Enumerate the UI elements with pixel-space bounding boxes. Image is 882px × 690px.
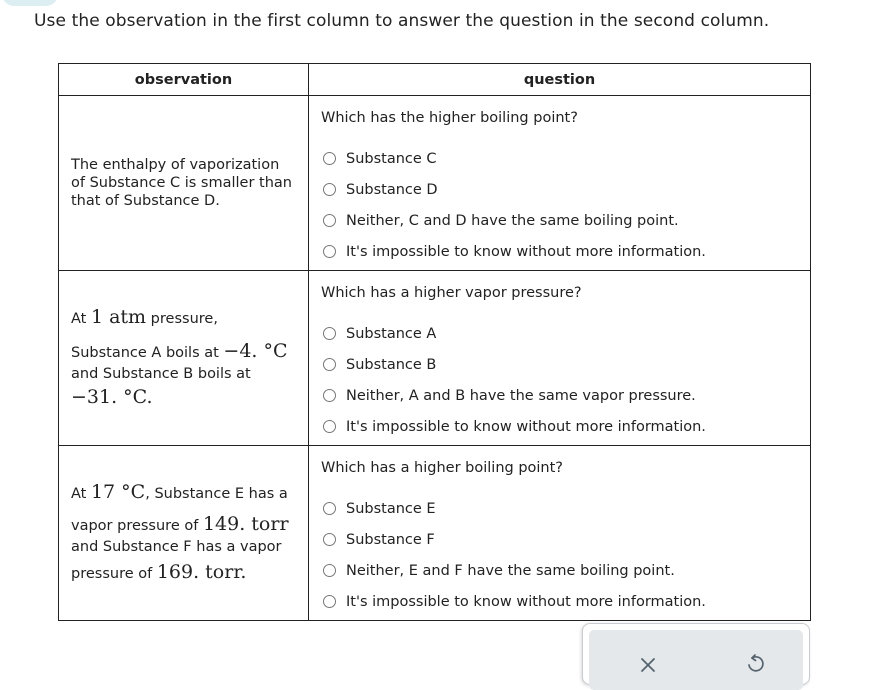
math-value: −4. °C xyxy=(223,340,288,362)
option-label: Neither, E and F have the same boiling p… xyxy=(346,562,675,579)
answer-option[interactable]: Neither, C and D have the same boiling p… xyxy=(321,205,798,236)
option-label: Neither, C and D have the same boiling p… xyxy=(346,212,679,229)
math-value: 1 atm xyxy=(90,306,147,328)
text-fragment: pressure of xyxy=(71,566,157,582)
question-text: Which has the higher boiling point? xyxy=(321,110,578,126)
observation-line: and Substance B boils at xyxy=(71,365,296,383)
answer-option[interactable]: Substance C xyxy=(321,143,798,174)
radio-button[interactable] xyxy=(323,389,336,402)
radio-button[interactable] xyxy=(323,564,336,577)
radio-button[interactable] xyxy=(323,358,336,371)
answer-option[interactable]: It's impossible to know without more inf… xyxy=(321,236,798,267)
radio-button[interactable] xyxy=(323,183,336,196)
radio-button[interactable] xyxy=(323,502,336,515)
observation-cell: The enthalpy of vaporization of Substanc… xyxy=(58,95,309,271)
option-label: Substance B xyxy=(346,356,437,373)
math-value: 17 °C xyxy=(90,481,146,503)
question-cell: Which has a higher vapor pressure? Subst… xyxy=(308,270,811,446)
answer-option[interactable]: Substance E xyxy=(321,493,798,524)
option-label: It's impossible to know without more inf… xyxy=(346,418,706,435)
clear-button[interactable] xyxy=(633,650,663,680)
answer-tools-bar xyxy=(589,630,803,690)
radio-button[interactable] xyxy=(323,420,336,433)
question-text: Which has a higher boiling point? xyxy=(321,460,564,476)
math-value: 169. torr. xyxy=(156,561,247,583)
answer-option[interactable]: It's impossible to know without more inf… xyxy=(321,586,798,617)
text-fragment: At xyxy=(71,311,91,327)
observation-line: vapor pressure of 149. torr xyxy=(71,510,296,540)
observation-column-header: observation xyxy=(58,63,309,96)
answer-tools-panel xyxy=(582,623,810,690)
observation-line: At 1 atm pressure, xyxy=(71,303,296,333)
observation-line: Substance A boils at −4. °C xyxy=(71,337,296,367)
option-label: Substance C xyxy=(346,150,437,167)
question-cell: Which has a higher boiling point? Substa… xyxy=(308,445,811,621)
math-value: 149. torr xyxy=(202,513,289,535)
observation-line: At 17 °C, Substance E has a xyxy=(71,478,296,508)
option-label: Substance E xyxy=(346,500,436,517)
radio-button[interactable] xyxy=(323,533,336,546)
option-label: It's impossible to know without more inf… xyxy=(346,243,706,260)
table-row: At 17 °C, Substance E has a vapor pressu… xyxy=(58,445,811,621)
radio-button[interactable] xyxy=(323,595,336,608)
radio-button[interactable] xyxy=(323,327,336,340)
observation-question-table: observation question The enthalpy of vap… xyxy=(58,63,811,621)
option-label: It's impossible to know without more inf… xyxy=(346,593,706,610)
table-row: The enthalpy of vaporization of Substanc… xyxy=(58,95,811,271)
option-label: Substance F xyxy=(346,531,435,548)
observation-line: −31. °C. xyxy=(71,383,296,413)
text-fragment: Substance A boils at xyxy=(71,345,224,361)
answer-option[interactable]: Substance A xyxy=(321,318,798,349)
top-tab-decoration xyxy=(2,0,58,6)
radio-button[interactable] xyxy=(323,214,336,227)
radio-button[interactable] xyxy=(323,245,336,258)
answer-option[interactable]: Substance B xyxy=(321,349,798,380)
observation-cell: At 17 °C, Substance E has a vapor pressu… xyxy=(58,445,309,621)
instructions-text: Use the observation in the first column … xyxy=(34,11,770,31)
text-fragment: and Substance B boils at xyxy=(71,366,251,382)
observation-line: and Substance F has a vapor xyxy=(71,538,296,556)
math-value: −31. °C. xyxy=(71,386,153,408)
text-fragment: pressure, xyxy=(146,311,218,327)
table-row: At 1 atm pressure, Substance A boils at … xyxy=(58,270,811,446)
undo-button[interactable] xyxy=(740,650,770,680)
close-icon xyxy=(641,658,655,672)
question-column-header: question xyxy=(308,63,811,96)
question-cell: Which has the higher boiling point? Subs… xyxy=(308,95,811,271)
undo-icon xyxy=(748,654,764,672)
answer-option[interactable]: Neither, A and B have the same vapor pre… xyxy=(321,380,798,411)
option-label: Neither, A and B have the same vapor pre… xyxy=(346,387,696,404)
option-label: Substance A xyxy=(346,325,437,342)
text-fragment: At xyxy=(71,486,91,502)
text-fragment: , Substance E has a xyxy=(145,486,288,502)
text-fragment: vapor pressure of xyxy=(71,518,203,534)
observation-text: The enthalpy of vaporization of Substanc… xyxy=(71,157,292,209)
radio-button[interactable] xyxy=(323,152,336,165)
option-label: Substance D xyxy=(346,181,438,198)
observation-cell: At 1 atm pressure, Substance A boils at … xyxy=(58,270,309,446)
answer-option[interactable]: It's impossible to know without more inf… xyxy=(321,411,798,442)
observation-line: pressure of 169. torr. xyxy=(71,558,296,588)
answer-option[interactable]: Substance D xyxy=(321,174,798,205)
text-fragment: and Substance F has a vapor xyxy=(71,539,282,555)
question-text: Which has a higher vapor pressure? xyxy=(321,285,582,301)
answer-option[interactable]: Neither, E and F have the same boiling p… xyxy=(321,555,798,586)
answer-option[interactable]: Substance F xyxy=(321,524,798,555)
